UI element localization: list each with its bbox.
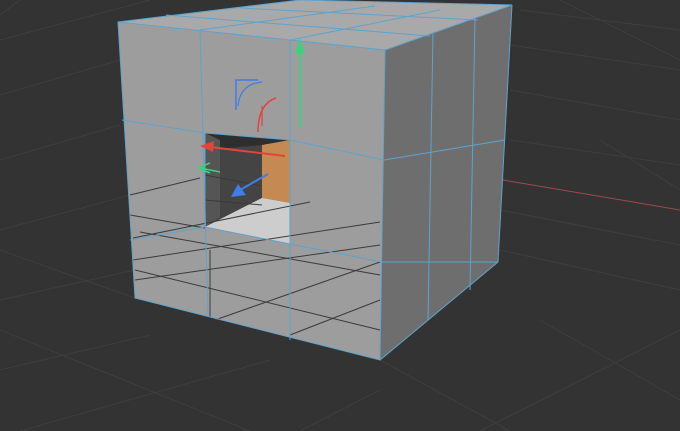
selected-polygon[interactable]: [262, 140, 290, 203]
cube-right-face[interactable]: [380, 5, 512, 360]
viewport-canvas[interactable]: [0, 0, 680, 431]
3d-viewport[interactable]: [0, 0, 680, 431]
